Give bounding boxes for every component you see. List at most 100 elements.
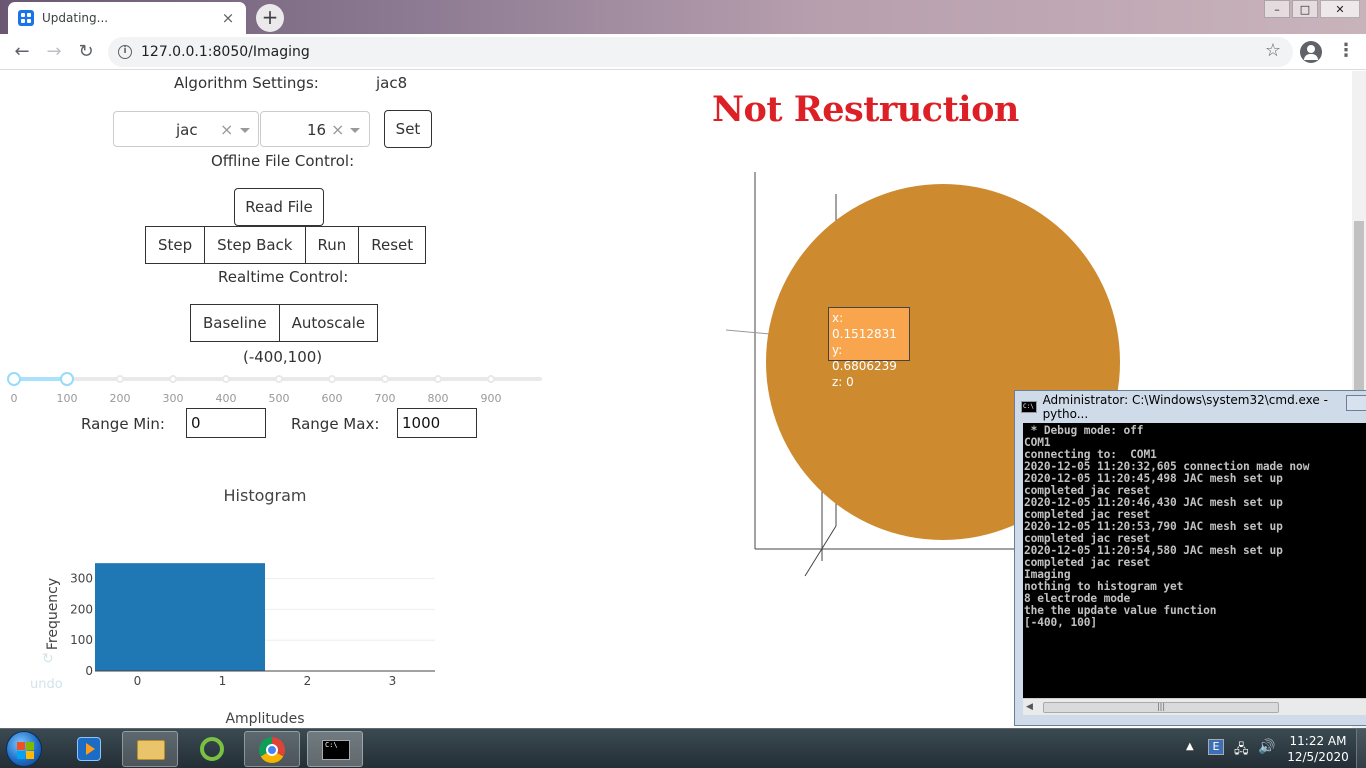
cmd-window[interactable]: C:\ Administrator: C:\Windows\system32\c… — [1014, 390, 1366, 726]
close-window-button[interactable]: ✕ — [1320, 0, 1360, 18]
step-button[interactable]: Step — [146, 227, 206, 263]
x-tick-label: 3 — [389, 674, 397, 688]
axis-line — [804, 525, 837, 577]
range-max-input[interactable] — [397, 408, 477, 438]
cmd-title: Administrator: C:\Windows\system32\cmd.e… — [1042, 393, 1328, 421]
slider-mark-label: 400 — [215, 392, 237, 405]
clear-icon[interactable]: × — [220, 120, 233, 139]
range-display: (-400,100) — [243, 348, 323, 366]
show-hidden-icons-icon[interactable]: ▲ — [1186, 741, 1194, 768]
y-tick-label: 100 — [70, 633, 93, 647]
slider-dot[interactable] — [328, 375, 336, 383]
clear-icon[interactable]: × — [331, 120, 344, 139]
slider-dot[interactable] — [381, 375, 389, 383]
start-button[interactable] — [6, 731, 42, 767]
read-file-button[interactable]: Read File — [234, 188, 324, 226]
algorithm-dropdown[interactable]: jac × — [113, 111, 259, 147]
hover-tooltip: x: 0.1512831 y: 0.6806239 z: 0 — [828, 307, 910, 389]
hover-y: y: 0.6806239 — [832, 343, 897, 373]
chevron-down-icon[interactable] — [240, 128, 250, 133]
maximize-button[interactable]: □ — [1292, 0, 1318, 18]
greenshot-icon[interactable] — [185, 731, 241, 767]
clock-date: 12/5/2020 — [1287, 750, 1349, 764]
clock-time: 11:22 AM — [1289, 734, 1347, 748]
slider-dot[interactable] — [275, 375, 283, 383]
profile-avatar-icon[interactable] — [1300, 41, 1322, 63]
undo-icon[interactable]: ↻ — [42, 651, 54, 667]
media-player-icon[interactable] — [62, 731, 118, 767]
scroll-left-icon[interactable]: ◀ — [1026, 702, 1033, 712]
algorithm-value: jac8 — [376, 74, 408, 92]
reset-button[interactable]: Reset — [359, 227, 426, 263]
cmd-scroll-thumb[interactable]: ||| — [1043, 702, 1279, 713]
reconstruction-title: Not Restruction — [712, 89, 1019, 130]
cmd-icon[interactable]: C:\ — [307, 731, 363, 767]
reload-icon[interactable]: ↻ — [74, 40, 98, 64]
x-axis-label: Amplitudes — [225, 711, 304, 727]
slider-dot[interactable] — [169, 375, 177, 383]
back-arrow-icon[interactable]: ← — [10, 40, 34, 64]
chevron-down-icon[interactable] — [350, 128, 360, 133]
tab-title: Updating... — [42, 11, 109, 25]
slider-handle[interactable] — [7, 372, 21, 386]
slider-mark-label: 600 — [321, 392, 343, 405]
windows-taskbar: C:\ ▲ E 🖧 🔊 11:22 AM 12/5/2020 — [0, 728, 1366, 768]
realtime-control-label: Realtime Control: — [218, 268, 349, 286]
browser-tab[interactable]: Updating... × — [8, 2, 246, 34]
system-clock[interactable]: 11:22 AM 12/5/2020 — [1286, 733, 1350, 765]
algorithm-settings-label: Algorithm Settings: — [174, 74, 319, 92]
new-tab-button[interactable]: + — [256, 4, 284, 32]
y-axis-label: Frequency — [45, 578, 61, 650]
slider-mark-label: 200 — [109, 392, 131, 405]
menu-kebab-icon[interactable]: ⋮ — [1336, 42, 1356, 62]
algorithm-dropdown-value: jac — [176, 121, 198, 139]
histogram-chart[interactable]: Histogram 0 100 200 300 0 1 2 3 Amplitudes Frequen… — [30, 471, 470, 728]
tray-app-icon[interactable]: E — [1208, 739, 1224, 755]
baseline-button[interactable]: Baseline — [191, 305, 280, 341]
browser-titlebar: Updating... × + – □ ✕ — [0, 0, 1366, 34]
slider-mark-label: 900 — [480, 392, 502, 405]
axis-line — [725, 329, 771, 335]
cmd-minimize-button[interactable] — [1346, 395, 1366, 411]
cmd-output: * Debug mode: off COM1 connecting to: CO… — [1024, 424, 1310, 629]
bookmark-star-icon[interactable]: ☆ — [1265, 40, 1281, 61]
file-explorer-icon[interactable] — [122, 731, 178, 767]
cmd-console[interactable]: * Debug mode: off COM1 connecting to: CO… — [1023, 423, 1366, 698]
show-desktop-button[interactable] — [1356, 729, 1366, 768]
slider-mark-label: 500 — [268, 392, 290, 405]
site-info-icon[interactable]: i — [118, 45, 132, 59]
slider-handle[interactable] — [60, 372, 74, 386]
network-icon[interactable]: 🖧 — [1234, 740, 1249, 768]
undo-button[interactable]: undo — [30, 677, 63, 692]
range-min-input[interactable] — [186, 408, 266, 438]
offline-button-group: Step Step Back Run Reset — [145, 226, 427, 264]
x-tick-label: 2 — [304, 674, 312, 688]
slider-dot[interactable] — [487, 375, 495, 383]
cmd-titlebar[interactable]: C:\ Administrator: C:\Windows\system32\c… — [1021, 393, 1366, 421]
chrome-icon[interactable] — [244, 731, 300, 767]
slider-mark-label: 800 — [427, 392, 449, 405]
slider-dot[interactable] — [434, 375, 442, 383]
realtime-button-group: Baseline Autoscale — [190, 304, 379, 342]
electrode-dropdown[interactable]: 16 × — [260, 111, 370, 147]
range-min-label: Range Min: — [81, 415, 165, 433]
histogram-bar — [95, 563, 265, 671]
y-tick-label: 300 — [70, 572, 93, 586]
minimize-button[interactable]: – — [1264, 0, 1290, 18]
volume-icon[interactable]: 🔊 — [1258, 739, 1275, 768]
slider-mark-label: 100 — [56, 392, 78, 405]
electrode-dropdown-value: 16 — [307, 121, 327, 139]
hover-x: x: 0.1512831 — [832, 311, 897, 341]
cmd-horizontal-scrollbar[interactable]: ◀ ||| — [1023, 698, 1366, 715]
forward-arrow-icon[interactable]: → — [42, 40, 66, 64]
tab-close-icon[interactable]: × — [220, 9, 236, 27]
slider-dot[interactable] — [222, 375, 230, 383]
step-back-button[interactable]: Step Back — [205, 227, 306, 263]
run-button[interactable]: Run — [305, 227, 360, 263]
slider-dot[interactable] — [116, 375, 124, 383]
url-text[interactable]: 127.0.0.1:8050/Imaging — [141, 44, 310, 60]
set-button[interactable]: Set — [384, 110, 432, 148]
address-bar[interactable]: i 127.0.0.1:8050/Imaging ☆ — [108, 37, 1293, 67]
cmd-window-icon: C:\ — [1021, 401, 1037, 413]
autoscale-button[interactable]: Autoscale — [279, 305, 378, 341]
